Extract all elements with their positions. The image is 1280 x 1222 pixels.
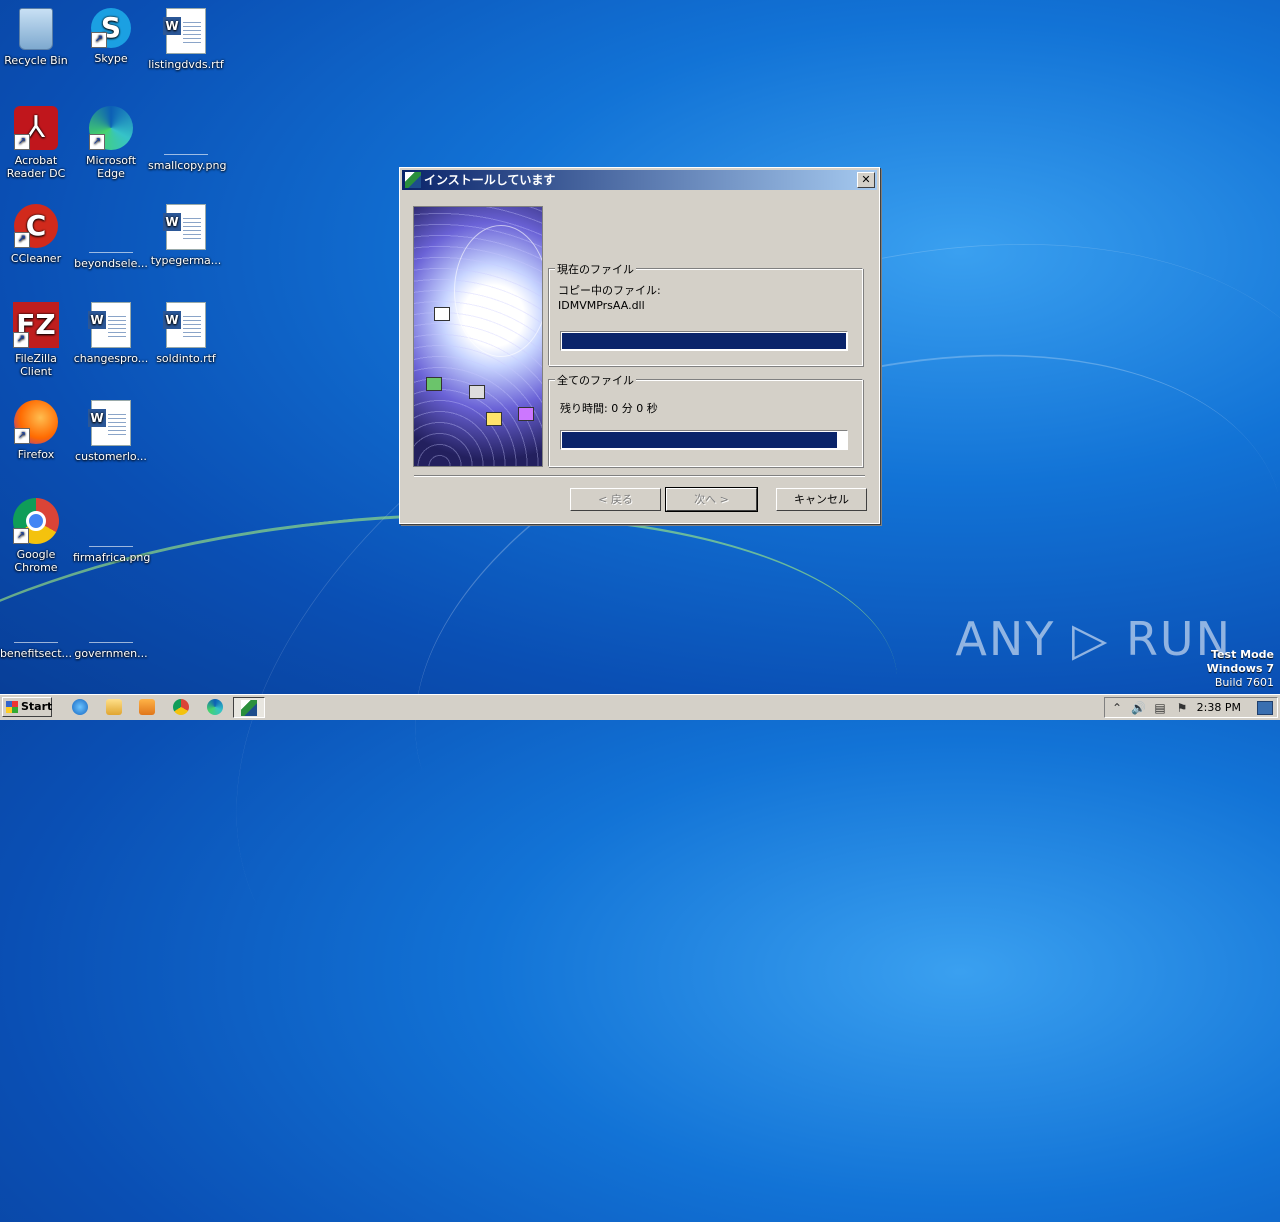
word-document-icon: W xyxy=(163,204,206,250)
recycle-bin-icon xyxy=(19,8,53,50)
banner-cube xyxy=(426,377,442,391)
desktop-icon-beyondsele[interactable]: beyondsele... xyxy=(73,204,149,270)
image-file-icon xyxy=(89,526,133,547)
desktop-icon-ccleaner[interactable]: C ↗ CCleaner xyxy=(0,204,74,265)
image-file-icon xyxy=(164,134,208,155)
speaker-icon[interactable]: 🔊 xyxy=(1131,701,1146,715)
skype-icon: S ↗ xyxy=(91,8,131,48)
chrome-icon: ↗ xyxy=(13,498,59,544)
word-document-icon: W xyxy=(88,302,131,348)
desktop-icon-typegerma[interactable]: W typegerma... xyxy=(148,204,224,267)
desktop-icon-skype[interactable]: S ↗ Skype xyxy=(73,8,149,65)
desktop-icon-edge[interactable]: ↗ Microsoft Edge xyxy=(73,106,149,180)
taskbar-installer-button[interactable] xyxy=(233,697,265,718)
firefox-icon: ↗ xyxy=(14,400,58,444)
tray-expand-icon[interactable]: ⌃ xyxy=(1110,701,1124,715)
desktop-icon-acrobat[interactable]: ⅄ ↗ Acrobat Reader DC xyxy=(0,106,74,180)
banner-cube xyxy=(518,407,534,421)
network-icon[interactable]: ▤ xyxy=(1153,701,1167,715)
start-label: Start xyxy=(21,700,53,713)
dialog-title: インストールしています xyxy=(424,173,556,187)
installer-banner-image xyxy=(413,206,543,467)
anyrun-watermark: ANY ▷ RUN xyxy=(955,612,1232,666)
current-file-group-title: 現在のファイル xyxy=(555,261,636,277)
internet-explorer-icon[interactable] xyxy=(72,699,88,715)
desktop-icon-firmafrica[interactable]: firmafrica.png xyxy=(73,498,150,564)
next-button[interactable]: 次へ > xyxy=(665,487,758,512)
desktop-icon-customerlo[interactable]: W customerlo... xyxy=(73,400,149,463)
all-files-progress-fill xyxy=(562,432,838,448)
banner-cube xyxy=(469,385,485,399)
dialog-titlebar[interactable]: インストールしています ✕ xyxy=(402,170,877,190)
current-file-group: 現在のファイル コピー中のファイル: IDMVMPrsAA.dll xyxy=(548,261,863,366)
filezilla-icon: FZ ↗ xyxy=(13,302,59,348)
copying-label: コピー中のファイル: xyxy=(558,284,661,297)
edge-icon[interactable] xyxy=(207,699,223,715)
installer-app-icon xyxy=(405,172,421,188)
word-document-icon: W xyxy=(163,8,206,54)
desktop-icon-firefox[interactable]: ↗ Firefox xyxy=(0,400,74,461)
test-mode-notice: Test Mode Windows 7 Build 7601 xyxy=(1207,648,1274,690)
test-mode-line3: Build 7601 xyxy=(1214,676,1274,689)
cancel-button[interactable]: キャンセル xyxy=(776,488,867,511)
close-icon: ✕ xyxy=(861,173,871,186)
start-button[interactable]: Start xyxy=(2,697,52,717)
desktop-icon-filezilla[interactable]: FZ ↗ FileZilla Client xyxy=(0,302,74,378)
explorer-folder-icon[interactable] xyxy=(106,699,122,715)
close-button[interactable]: ✕ xyxy=(857,172,875,188)
taskbar: Start ⌃ 🔊 ▤ ⚑ 2:38 PM xyxy=(0,694,1280,720)
current-file-progress-fill xyxy=(562,333,846,349)
show-desktop-button[interactable] xyxy=(1257,701,1273,715)
current-filename: IDMVMPrsAA.dll xyxy=(558,299,645,312)
test-mode-line2: Windows 7 xyxy=(1206,662,1274,675)
all-files-progress xyxy=(560,430,848,450)
image-file-icon xyxy=(89,622,133,643)
action-center-flag-icon[interactable]: ⚑ xyxy=(1175,701,1189,715)
acrobat-icon: ⅄ ↗ xyxy=(14,106,58,150)
clock[interactable]: 2:38 PM xyxy=(1197,701,1241,715)
installer-app-icon xyxy=(241,700,257,716)
test-mode-line1: Test Mode xyxy=(1211,648,1274,661)
banner-globe xyxy=(454,225,542,357)
desktop-icon-soldinto[interactable]: W soldinto.rtf xyxy=(148,302,224,365)
windows-logo-icon xyxy=(6,701,18,713)
desktop-icon-smallcopy[interactable]: smallcopy.png xyxy=(148,106,226,172)
current-file-progress xyxy=(560,331,848,351)
all-files-group: 全てのファイル 残り時間: 0 分 0 秒 xyxy=(548,372,863,467)
installer-dialog: インストールしています ✕ 現在のファイル コピー中のファイル: IDMVMPr… xyxy=(399,167,880,524)
word-document-icon: W xyxy=(163,302,206,348)
banner-cube xyxy=(486,412,502,426)
desktop-icon-listingdvds[interactable]: W listingdvds.rtf xyxy=(148,8,224,71)
all-files-group-title: 全てのファイル xyxy=(555,372,636,388)
banner-cube xyxy=(434,307,450,321)
desktop-icon-recycle-bin[interactable]: Recycle Bin xyxy=(0,8,74,67)
image-file-icon xyxy=(14,622,58,643)
desktop-icon-governmen[interactable]: governmen... xyxy=(73,594,149,660)
system-tray: ⌃ 🔊 ▤ ⚑ 2:38 PM xyxy=(1104,697,1278,718)
edge-icon: ↗ xyxy=(89,106,133,150)
chrome-icon[interactable] xyxy=(173,699,189,715)
desktop-icon-chrome[interactable]: ↗ Google Chrome xyxy=(0,498,74,574)
ccleaner-icon: C ↗ xyxy=(14,204,58,248)
desktop-icon-changespro[interactable]: W changespro... xyxy=(73,302,149,365)
desktop-icon-benefitsect[interactable]: benefitsect... xyxy=(0,594,74,660)
dialog-separator xyxy=(414,475,865,477)
word-document-icon: W xyxy=(88,400,131,446)
back-button[interactable]: < 戻る xyxy=(570,488,661,511)
time-remaining: 残り時間: 0 分 0 秒 xyxy=(560,402,658,415)
media-player-icon[interactable] xyxy=(139,699,155,715)
image-file-icon xyxy=(89,232,133,253)
